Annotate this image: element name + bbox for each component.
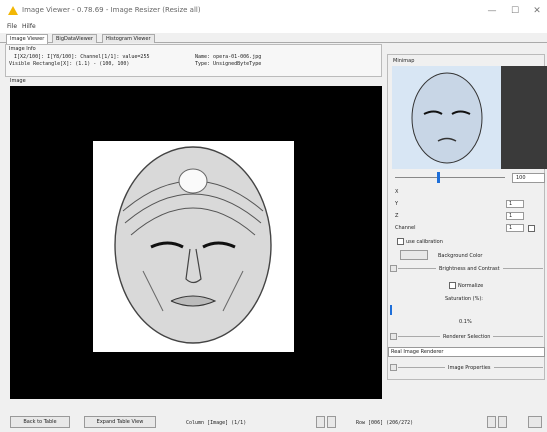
saturation-slider[interactable] (390, 305, 392, 315)
face-drawing (114, 146, 272, 344)
brightness-toggle[interactable] (390, 265, 397, 272)
menu-hilfe[interactable]: Hilfe (22, 23, 36, 30)
saturation-value: 0.1% (459, 319, 472, 325)
background-color-label: Background Color (438, 253, 483, 259)
normalize-label: Normalize (458, 283, 484, 289)
row-prev-button[interactable] (487, 416, 496, 428)
image-label: Image (10, 78, 26, 84)
face-image (93, 141, 294, 352)
column-next-button[interactable] (327, 416, 336, 428)
calibration-label: use calibration (406, 239, 443, 245)
column-prev-button[interactable] (316, 416, 325, 428)
menu-file[interactable]: File (7, 23, 17, 30)
background-color-swatch[interactable] (400, 250, 428, 260)
bottom-bar (0, 408, 547, 432)
tab-histogram-viewer[interactable]: Histogram Viewer (102, 34, 155, 43)
warning-icon (8, 6, 18, 15)
calibration-checkbox[interactable] (397, 238, 404, 245)
channel-color-box[interactable] (528, 225, 535, 232)
zoom-slider-track[interactable] (395, 177, 505, 178)
y-label: Y (395, 201, 399, 207)
renderer-toggle[interactable] (390, 333, 397, 340)
visible-rect-readout: Visible Rectangle[X]: (1.1) - (100, 100) (9, 61, 130, 67)
normalize-checkbox[interactable] (449, 282, 456, 289)
row-next-button[interactable] (498, 416, 507, 428)
y-value-field[interactable]: 1 (506, 200, 524, 208)
menu-bar (0, 22, 547, 33)
x-label: X (395, 189, 399, 195)
minimap-face (411, 72, 483, 164)
channel-label: Channel (395, 225, 416, 231)
window-title: Image Viewer - 0.78.69 - Image Resizer (… (22, 6, 201, 14)
minimap-overflow (501, 66, 547, 169)
position-readout: I[X2/100]: I[Y8/100]: Channel[1/1]: valu… (14, 54, 150, 60)
image-properties-label: Image Properties (445, 365, 494, 371)
z-label: Z (395, 213, 399, 219)
renderer-select[interactable]: Real Image Renderer (388, 347, 545, 357)
image-info-title: Image Info (9, 46, 36, 52)
minimize-icon[interactable]: — (482, 4, 502, 18)
tab-bigdataviewer[interactable]: BigDataViewer (52, 34, 97, 43)
image-name: Name: opera-01-006.jpg (195, 54, 262, 60)
tab-image-viewer[interactable]: Image Viewer (6, 34, 49, 44)
close-icon[interactable]: ✕ (527, 4, 547, 18)
renderer-selection-label: Renderer Selection (440, 334, 494, 340)
zoom-slider-thumb[interactable] (437, 172, 440, 183)
expand-table-view-button[interactable]: Expand Table View (84, 416, 156, 428)
close-panel-button[interactable] (528, 416, 542, 428)
zoom-select[interactable]: 100 (512, 173, 545, 183)
back-to-table-button[interactable]: Back to Table (10, 416, 70, 428)
saturation-label: Saturation (%): (445, 296, 483, 302)
minimap-label: Minimap (393, 58, 415, 64)
row-label: Row [006] (206/272) (356, 420, 414, 426)
channel-field[interactable]: 1 (506, 224, 524, 232)
image-properties-toggle[interactable] (390, 364, 397, 371)
z-value-field[interactable]: 1 (506, 212, 524, 220)
image-type: Type: UnsignedByteType (195, 61, 262, 67)
maximize-icon[interactable]: ☐ (505, 4, 525, 18)
brightness-contrast-label: Brightness and Contrast (436, 266, 503, 272)
column-label: Column [Image] (1/1) (186, 420, 247, 426)
